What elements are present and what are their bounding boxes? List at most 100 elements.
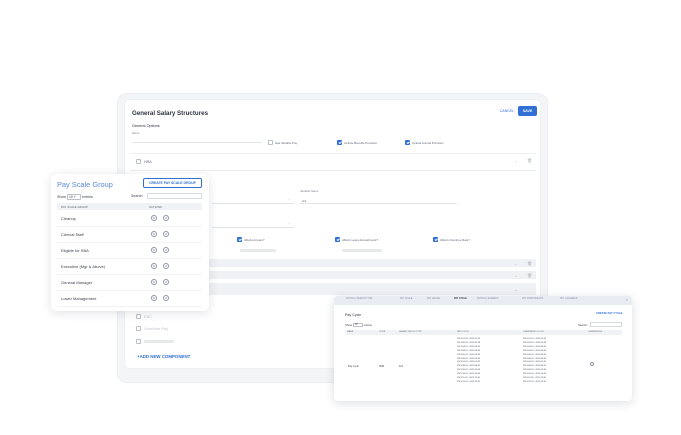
edit-icon[interactable]: ✎ bbox=[151, 231, 157, 237]
delete-icon[interactable]: ✕ bbox=[163, 279, 169, 285]
affects-leave-label: Affects Leave Encashment? bbox=[342, 238, 378, 242]
date-range: 2021-05-01 - 2021-05-31 bbox=[523, 353, 547, 356]
affects-overtime-checkbox[interactable] bbox=[433, 237, 438, 242]
table-row: Lower Management ✎ ✕ bbox=[57, 291, 202, 307]
column-header[interactable]: STATEMENT CYCLE bbox=[523, 331, 544, 333]
table-row: Cleanup ✎ ✕ bbox=[57, 211, 202, 227]
entries-control: Show 10 entries bbox=[345, 323, 372, 328]
tab-payroll-element[interactable]: PAYROLL ELEMENT bbox=[477, 298, 499, 300]
chevron-down-icon: ⌄ bbox=[288, 221, 291, 225]
close-icon[interactable]: × bbox=[626, 297, 628, 302]
table-row: General Manager ✎ ✕ bbox=[57, 275, 202, 291]
include-annual-label: Include Annual Provision bbox=[412, 141, 444, 145]
table-header: PAY SCALE GROUP ACTIONS bbox=[57, 203, 202, 210]
edit-icon[interactable]: ✎ bbox=[151, 279, 157, 285]
entries-select[interactable]: 10 bbox=[352, 323, 363, 328]
pay-scale-group-title: Pay Scale Group bbox=[57, 180, 113, 189]
edit-icon[interactable]: ✎ bbox=[151, 215, 157, 221]
component-type-select[interactable] bbox=[212, 198, 294, 204]
tab-pay-scale[interactable]: PAY SCALE bbox=[400, 298, 412, 300]
tab-pay-calendar[interactable]: PAY CALENDAR bbox=[560, 298, 577, 300]
overtime-pay-label: Overtime Pay bbox=[144, 326, 169, 331]
column-header[interactable]: SALARY SETUP TYPE bbox=[399, 331, 422, 333]
name-input[interactable] bbox=[132, 137, 262, 143]
column-header: ACTIONS bbox=[149, 205, 162, 209]
overtime-pay-checkbox[interactable] bbox=[136, 326, 141, 331]
component-select-checkbox[interactable] bbox=[136, 159, 141, 164]
delete-icon[interactable]: ✕ bbox=[163, 215, 169, 221]
tab-pay-cycle[interactable]: PAY CYCLE bbox=[454, 298, 467, 300]
table-row: Eligible for SBA ✎ ✕ bbox=[57, 243, 202, 259]
column-header[interactable]: CODE bbox=[379, 331, 385, 333]
column-header[interactable]: PAY CYCLE bbox=[457, 331, 469, 333]
delete-icon[interactable]: ✕ bbox=[163, 247, 169, 253]
pay-cycle-name: Pay Cycle bbox=[348, 365, 359, 368]
column-header[interactable]: NAME bbox=[347, 331, 353, 333]
divider bbox=[130, 153, 536, 154]
date-range: 2021-12-01 - 2021-12-31 bbox=[457, 380, 481, 383]
delete-icon[interactable]: ✕ bbox=[163, 231, 169, 237]
pay-scale-group-name: Eligible for SBA bbox=[61, 248, 89, 253]
name-label: Name bbox=[132, 131, 140, 135]
affects-leave-checkbox[interactable] bbox=[335, 237, 340, 242]
pay-scale-group-name: Clerical Staff bbox=[61, 232, 84, 237]
delete-icon[interactable]: 🗑 bbox=[527, 158, 532, 163]
cancel-button[interactable]: CANCEL bbox=[495, 107, 519, 116]
delete-icon[interactable]: 🗑 bbox=[527, 273, 532, 278]
pay-scale-group-name: Lower Management bbox=[61, 296, 97, 301]
chevron-down-icon[interactable]: ⌄ bbox=[514, 158, 517, 163]
salary-setup-type: Full bbox=[399, 365, 403, 368]
calculation-select[interactable] bbox=[212, 222, 294, 228]
chevron-down-icon[interactable]: ⌄ bbox=[514, 287, 517, 292]
pay-scale-group-panel: Pay Scale Group CREATE PAY SCALE GROUP S… bbox=[51, 174, 209, 311]
entries-select[interactable]: 10 ˅ bbox=[67, 194, 81, 200]
entries-label: entries bbox=[363, 323, 372, 327]
tab-payroll-period-type[interactable]: PAYROLL PERIOD TYPE bbox=[346, 298, 372, 300]
variable-name-input[interactable] bbox=[300, 198, 457, 204]
placeholder-bar bbox=[240, 249, 276, 252]
placeholder-bar bbox=[342, 249, 382, 252]
tab-pay-grade[interactable]: PAY GRADE bbox=[427, 298, 440, 300]
entries-value: 10 bbox=[354, 323, 358, 327]
save-button[interactable]: SAVE bbox=[518, 106, 537, 116]
ebc-checkbox[interactable] bbox=[136, 314, 141, 319]
affects-overtime-label: Affects Overtime Rate? bbox=[440, 238, 470, 242]
has-variable-pay-checkbox[interactable] bbox=[268, 140, 273, 145]
date-range: 2021-05-01 - 2021-05-31 bbox=[457, 353, 481, 356]
search-input[interactable] bbox=[147, 193, 202, 199]
include-benefits-checkbox[interactable] bbox=[337, 140, 342, 145]
include-annual-checkbox[interactable] bbox=[405, 140, 410, 145]
add-new-component-button[interactable]: +ADD NEW COMPONENT bbox=[137, 354, 190, 359]
search-label: Search: bbox=[578, 323, 588, 327]
component-checkbox[interactable] bbox=[136, 339, 141, 344]
pay-scale-group-name: General Manager bbox=[61, 280, 93, 285]
chevron-down-icon[interactable]: ⌄ bbox=[514, 273, 517, 278]
create-pay-scale-group-button[interactable]: CREATE PAY SCALE GROUP bbox=[143, 178, 202, 188]
chevron-down-icon[interactable]: ⌄ bbox=[514, 261, 517, 266]
column-header: OPERATIONS bbox=[588, 331, 603, 333]
search-label: Search: bbox=[131, 194, 144, 198]
tab-bar: PAYROLL PERIOD TYPE PAY SCALE PAY GRADE … bbox=[334, 296, 632, 305]
has-variable-pay-label: Has Variable Pay bbox=[275, 141, 298, 145]
affects-arrears-checkbox[interactable] bbox=[237, 237, 242, 242]
edit-icon[interactable]: ✎ bbox=[151, 247, 157, 253]
placeholder-bar bbox=[144, 340, 174, 343]
affects-arrears-label: Affects Arrears? bbox=[244, 238, 265, 242]
edit-icon[interactable]: ✎ bbox=[151, 295, 157, 301]
pay-cycle-code: ZMD bbox=[379, 365, 385, 368]
create-pay-cycle-button[interactable]: CREATE PAY CYCLE bbox=[596, 312, 622, 315]
include-benefits-label: Include Benefits Provision bbox=[344, 141, 378, 145]
search-input[interactable] bbox=[590, 322, 622, 327]
delete-icon[interactable]: ✕ bbox=[163, 295, 169, 301]
edit-icon[interactable]: ✎ bbox=[151, 263, 157, 269]
delete-icon[interactable]: 🗑 bbox=[527, 261, 532, 266]
chevron-down-icon: ⌄ bbox=[288, 197, 291, 201]
delete-icon[interactable]: ✕ bbox=[163, 263, 169, 269]
statement-cycle-dates: 2021-01-01 - 2021-01-31 2021-02-01 - 202… bbox=[523, 338, 546, 385]
table-header: NAME CODE SALARY SETUP TYPE PAY CYCLE ST… bbox=[345, 330, 622, 335]
tab-pay-components[interactable]: PAY COMPONENTS bbox=[522, 298, 543, 300]
divider bbox=[130, 170, 536, 171]
edit-icon[interactable] bbox=[590, 362, 594, 366]
show-label: Show bbox=[345, 323, 352, 327]
column-header[interactable]: PAY SCALE GROUP bbox=[61, 205, 88, 209]
